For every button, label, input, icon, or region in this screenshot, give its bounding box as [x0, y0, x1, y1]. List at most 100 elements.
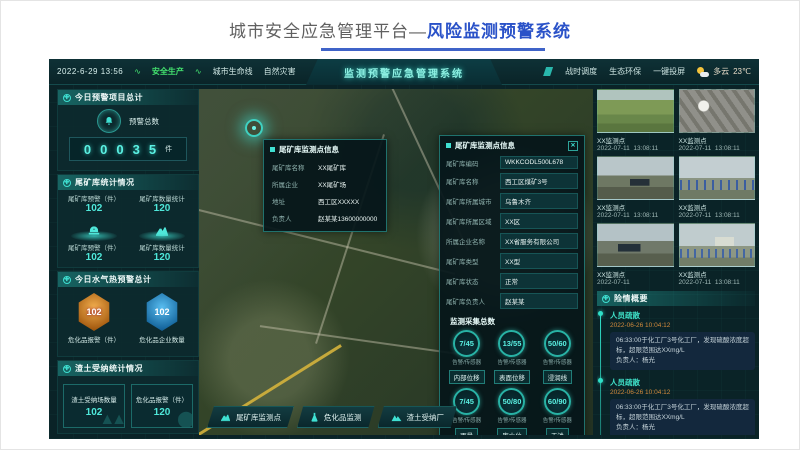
camera-thumbnail[interactable]	[597, 156, 674, 200]
camera-card[interactable]: XX监测点 2022-07-11 13:08:11	[597, 156, 674, 219]
tab-eco-environment[interactable]: 生态环保	[609, 66, 641, 77]
button-muck-sites[interactable]: 渣土受纳厂	[378, 406, 458, 428]
alarm-bell-icon	[97, 109, 121, 133]
field-value: 赵某某	[500, 293, 578, 309]
section-tailings-stats: ✚ 尾矿库统计情况 尾矿库预警（件） 102 尾矿库预警（件） 102	[57, 174, 199, 268]
gauge-label: 库水位	[497, 428, 527, 435]
alarm-lamp-icon	[63, 215, 125, 241]
camera-thumbnail[interactable]	[597, 89, 674, 133]
tab-wartime-dispatch[interactable]: 战时调度	[565, 66, 597, 77]
field-label: 尾矿库类型	[446, 256, 500, 266]
incident-timeline: 人员疏散 2022-06-26 10:04:12 06:33:00于化工厂3号化…	[597, 306, 755, 435]
satellite-map[interactable]: 尾矿库监测点信息 尾矿库名称 XX尾矿库 所属企业 XX尾矿场 地址 西工区XX…	[199, 89, 593, 435]
popup-row: 尾矿库所属城市 乌鲁木齐	[440, 191, 584, 211]
counter-digit: 0	[84, 142, 91, 157]
counter-digit: 0	[116, 142, 123, 157]
gauge-reservoir-level: 50/80 告警/传感器 库水位	[490, 388, 533, 435]
tab-screen-cast[interactable]: 一键投屏	[653, 66, 685, 77]
field-label: 尾矿库所属区域	[446, 216, 500, 226]
camera-card[interactable]: XX监测点 2022-07-11 13:08:11	[679, 89, 756, 152]
tailings-point-popup: 尾矿库监测点信息 尾矿库名称 XX尾矿库 所属企业 XX尾矿场 地址 西工区XX…	[263, 139, 387, 232]
tab-safety-production[interactable]: 安全生产	[152, 66, 184, 77]
stat-label: 尾矿库数量统计	[131, 242, 193, 252]
section-title: 险情概要	[614, 293, 648, 304]
camera-thumbnail[interactable]	[679, 156, 756, 200]
gauge-subtitle: 告警/传感器	[490, 358, 533, 366]
close-icon[interactable]: ✕	[568, 141, 578, 151]
field-value: XX尾矿库	[318, 162, 346, 172]
camera-timestamp: 2022-07-11 13:08:11	[679, 145, 756, 152]
camera-grid: XX监测点 2022-07-11 13:08:11 XX监测点 2022-07-…	[597, 89, 755, 286]
datetime-label: 2022-6-29 13:56	[57, 67, 123, 76]
hex-label: 危化品企业数量	[131, 334, 193, 344]
camera-thumbnail[interactable]	[597, 223, 674, 267]
popup-row: 尾矿库负责人 赵某某	[440, 291, 584, 311]
gauge-subtitle: 告警/传感器	[490, 416, 533, 424]
field-value: XX省服务有限公司	[500, 233, 578, 249]
popup-title: 尾矿库监测点信息	[455, 140, 515, 151]
field-label: 尾矿库编码	[446, 158, 500, 168]
field-label: 尾矿库名称	[446, 176, 500, 186]
section-title: 尾矿库统计情况	[75, 177, 135, 188]
gauge-label: 雨量	[455, 428, 478, 435]
field-value: 西工区煤矿3号	[500, 173, 578, 189]
timeline-dot-icon	[598, 378, 603, 383]
dashboard: 2022-6-29 13:56 ∿ 安全生产 ∿ 城市生命线 自然灾害 监测预警…	[49, 59, 759, 439]
button-tailings-points[interactable]: 尾矿库监测点	[207, 406, 294, 428]
right-panel: XX监测点 2022-07-11 13:08:11 XX监测点 2022-07-…	[597, 89, 755, 435]
incident-item[interactable]: 人员疏散 2022-06-26 10:04:12 06:33:00于化工厂3号化…	[610, 310, 755, 370]
section-title: 今日预警项目总计	[75, 92, 143, 103]
incident-description: 06:33:00于化工厂3号化工厂，发现硫酸浓度超标，超限范围达XXmg/L	[616, 403, 749, 423]
stat-label: 尾矿库预警（件）	[63, 193, 125, 203]
stat-label: 渣土受纳场数量	[71, 394, 117, 404]
gauge-dry-beach: 60/90 告警/传感器 干滩	[536, 388, 579, 435]
tab-natural-disaster[interactable]: 自然灾害	[264, 66, 296, 77]
popup-header: 尾矿库监测点信息 ✕	[440, 136, 584, 154]
counter-digit: 0	[100, 142, 107, 157]
cloudy-weather-icon	[697, 67, 709, 77]
plus-diamond-icon: ✚	[63, 276, 71, 284]
popup-row: 尾矿库名称 西工区煤矿3号	[440, 171, 584, 191]
field-value: XX尾矿场	[318, 179, 346, 189]
field-value: WKKCODL500L678	[500, 156, 578, 169]
hex-label: 危化品报警（件）	[63, 334, 125, 344]
gauge-label: 干滩	[546, 428, 569, 435]
popup-row: 地址 西工区XXXXX	[264, 192, 386, 209]
gauge-label: 内部位移	[449, 370, 485, 384]
camera-card[interactable]: XX监测点 2022-07-11 13:08:11	[679, 156, 756, 219]
field-label: 尾矿库名称	[272, 162, 318, 172]
section-title: 渣土受纳统计情况	[75, 363, 143, 374]
mountain-watermark-icon: ▲▲	[99, 411, 123, 428]
gauge-value: 60/90	[548, 397, 567, 406]
incident-item[interactable]: 人员疏散 2022-06-26 10:04:12 06:33:00于化工厂3号化…	[610, 377, 755, 435]
gauge-subtitle: 告警/传感器	[536, 416, 579, 424]
timeline-dot-icon	[598, 311, 603, 316]
gauge-label: 浸润线	[543, 370, 573, 384]
button-label: 危化品监测	[324, 412, 362, 423]
popup-row: 负责人 赵某某13600000000	[264, 209, 386, 226]
left-panel: ✚ 今日预警项目总计 预警总数 0 0 0 3 5 件	[57, 89, 199, 435]
incident-body: 06:33:00于化工厂3号化工厂，发现硫酸浓度超标，超限范围达XXmg/L 负…	[610, 399, 755, 435]
popup-title: 尾矿库监测点信息	[279, 144, 339, 155]
tab-city-lifeline[interactable]: 城市生命线	[213, 66, 253, 77]
camera-thumbnail[interactable]	[679, 89, 756, 133]
field-label: 地址	[272, 196, 318, 206]
incident-description: 06:33:00于化工厂3号化工厂，发现硫酸浓度超标，超限范围达XXmg/L	[616, 336, 749, 356]
stat-tailings-alerts: 尾矿库预警（件） 102 尾矿库预警（件） 102	[63, 193, 125, 263]
section-hazmat-alerts: ✚ 今日水气热预警总计 102 危化品报警（件） 102 危化品企业数量	[57, 271, 199, 357]
gauge-value: 7/45	[459, 339, 474, 348]
map-layer-toolbar: 尾矿库监测点 危化品监测 渣土受纳厂	[207, 406, 457, 428]
button-hazmat-monitoring[interactable]: 危化品监测	[297, 406, 375, 428]
field-label: 尾矿库所属城市	[446, 196, 500, 206]
camera-thumbnail[interactable]	[679, 223, 756, 267]
orange-hexagon-badge: 102	[77, 293, 111, 331]
gauge-label: 表面位移	[494, 370, 530, 384]
camera-card[interactable]: XX监测点 2022-07-11	[597, 223, 674, 286]
map-marker-beacon[interactable]	[245, 119, 263, 137]
camera-card[interactable]: XX监测点 2022-07-11 13:08:11	[679, 223, 756, 286]
field-label: 尾矿库负责人	[446, 296, 500, 306]
camera-timestamp: 2022-07-11 13:08:11	[679, 279, 756, 286]
gauge-subtitle: 告警/传感器	[445, 358, 488, 366]
section-incident-summary: ✚ 险情概要 人员疏散 2022-06-26 10:04:12 06:33:00…	[597, 291, 755, 435]
camera-card[interactable]: XX监测点 2022-07-11 13:08:11	[597, 89, 674, 152]
